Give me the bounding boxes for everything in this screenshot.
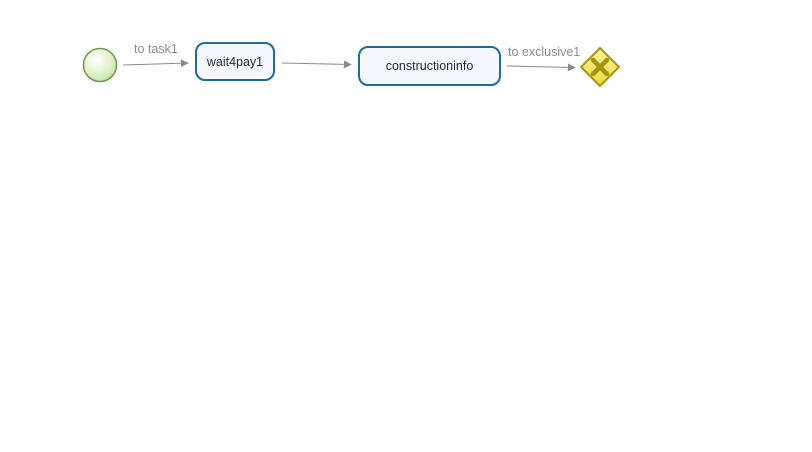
sequence-flow-to-task1[interactable]: to task1 xyxy=(122,42,189,68)
start-event[interactable] xyxy=(82,47,118,83)
flow-label-to-task1: to task1 xyxy=(134,42,178,56)
sequence-flow-to-exclusive1[interactable]: to exclusive1 xyxy=(506,45,580,72)
task-label-wait4pay1: wait4pay1 xyxy=(206,55,263,69)
task-constructioninfo[interactable]: constructioninfo xyxy=(358,46,501,86)
task-wait4pay1[interactable]: wait4pay1 xyxy=(195,42,275,81)
task-label-constructioninfo: constructioninfo xyxy=(386,59,474,73)
process-diagram: to task1 wait4pay1 constructioninfo to e… xyxy=(82,42,621,88)
flow-label-to-exclusive1: to exclusive1 xyxy=(508,45,580,59)
exclusive-gateway[interactable] xyxy=(579,46,621,88)
sequence-flow-task-link[interactable] xyxy=(281,60,352,69)
